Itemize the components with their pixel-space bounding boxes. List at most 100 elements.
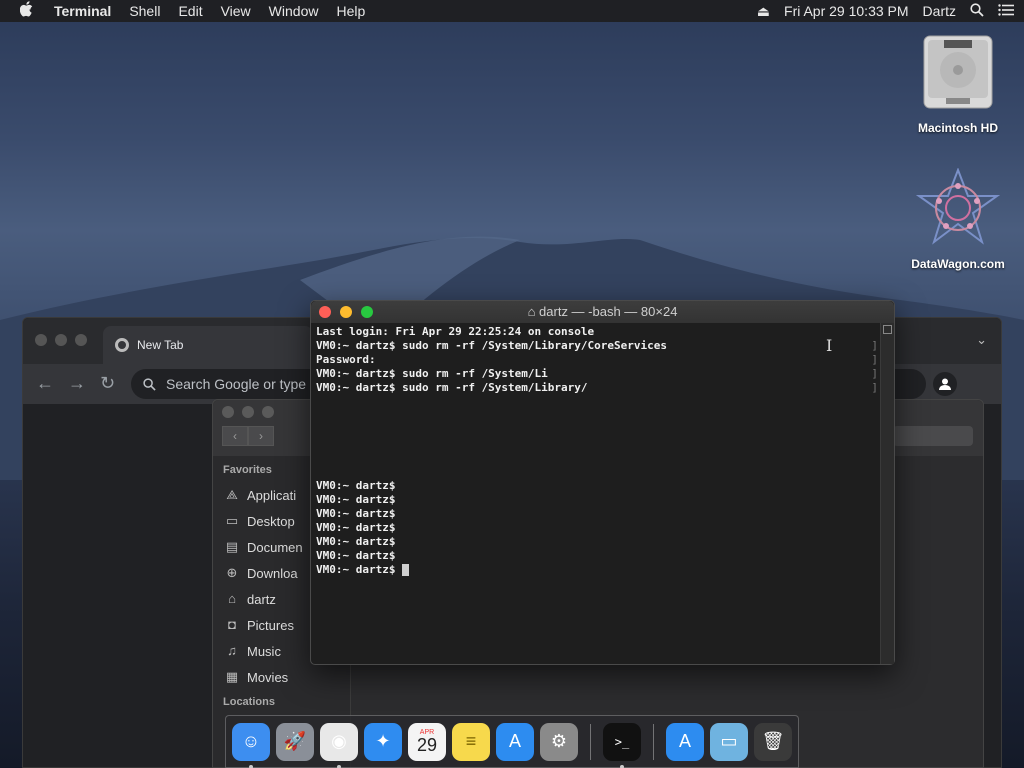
back-arrow-icon[interactable]: ←: [36, 373, 54, 394]
music-icon: ♫: [227, 643, 237, 658]
dock-app-trash[interactable]: 🗑: [754, 722, 792, 761]
omnibox-placeholder: Search Google or type: [166, 376, 307, 392]
calendar-icon: APR 29: [417, 729, 437, 754]
dock-app-calendar[interactable]: APR 29: [408, 722, 446, 761]
menu-terminal[interactable]: Terminal: [54, 3, 111, 19]
hard-drive-icon: [923, 35, 993, 109]
dock-separator: [590, 723, 591, 760]
terminal-title-bar[interactable]: ⌂ dartz — -bash — 80×24: [311, 301, 894, 323]
finder-window-controls: [222, 406, 274, 418]
chrome-window-controls: [35, 334, 87, 346]
terminal-line: VM0:~ dartz$: [316, 549, 396, 562]
terminal-line: VM0:~ dartz$ sudo rm -rf /System/Li: [316, 367, 548, 380]
dock-app-applications-stack[interactable]: A: [666, 722, 704, 761]
desktop-icon-label: DataWagon.com: [911, 257, 1005, 271]
downloads-icon: ⊕: [226, 565, 238, 580]
zoom-button[interactable]: [262, 406, 274, 418]
menu-shell[interactable]: Shell: [129, 3, 160, 19]
menu-bar: Terminal Shell Edit View Window Help ⏏ F…: [0, 0, 1024, 22]
menu-view[interactable]: View: [221, 3, 251, 19]
sidebar-item-label: Pictures: [247, 617, 294, 633]
zoom-button[interactable]: [361, 306, 373, 318]
minimize-button[interactable]: [340, 306, 352, 318]
home-icon: ⌂: [228, 591, 236, 606]
rocket-icon: 🚀: [283, 731, 307, 751]
chrome-icon: [115, 338, 129, 352]
terminal-scrollbar[interactable]: [880, 323, 894, 664]
sidebar-item-label: dartz: [247, 591, 276, 607]
menu-window[interactable]: Window: [269, 3, 319, 19]
notification-center-icon[interactable]: [998, 3, 1014, 19]
app-store-icon: A: [508, 731, 521, 751]
terminal-output[interactable]: Last login: Fri Apr 29 22:25:24 on conso…: [311, 323, 880, 664]
dock-app-app-store[interactable]: A: [496, 722, 534, 761]
forward-button[interactable]: ›: [248, 426, 274, 446]
sidebar-item-label: Desktop: [247, 513, 295, 529]
terminal-window-controls: [319, 306, 373, 318]
menu-edit[interactable]: Edit: [178, 3, 202, 19]
clock[interactable]: Fri Apr 29 10:33 PM: [784, 3, 909, 19]
dock-app-safari[interactable]: ✦: [364, 722, 402, 761]
folder-icon: ▭: [720, 731, 738, 751]
terminal-line: Last login: Fri Apr 29 22:25:24 on conso…: [316, 325, 595, 338]
eject-icon[interactable]: ⏏: [757, 3, 770, 20]
terminal-line: VM0:~ dartz$: [316, 479, 396, 492]
finder-icon: ☺: [241, 731, 261, 751]
terminal-line: Password:: [316, 353, 376, 366]
back-button[interactable]: ‹: [222, 426, 248, 446]
applications-icon: ⟁: [226, 487, 238, 502]
dock-app-system-preferences[interactable]: ⚙: [540, 722, 578, 761]
menu-help[interactable]: Help: [336, 3, 365, 19]
compass-icon: ✦: [375, 731, 391, 751]
terminal-cursor: [402, 564, 410, 576]
profile-avatar-icon[interactable]: [933, 372, 957, 396]
finder-search-field[interactable]: [893, 426, 973, 446]
forward-arrow-icon[interactable]: →: [68, 373, 86, 394]
dock-app-notes[interactable]: ≡: [452, 722, 490, 761]
desktop-icon-macintosh-hd[interactable]: Macintosh HD: [903, 32, 1013, 135]
apple-menu-icon[interactable]: [19, 1, 38, 21]
search-icon: [143, 377, 156, 391]
mandala-icon: [915, 167, 1001, 245]
terminal-icon: >_: [614, 734, 630, 749]
terminal-window: ⌂ dartz — -bash — 80×24 Last login: Fri …: [310, 300, 895, 665]
terminal-line: VM0:~ dartz$: [316, 521, 396, 534]
user-menu[interactable]: Dartz: [923, 3, 956, 19]
terminal-line: VM0:~ dartz$: [316, 563, 875, 577]
terminal-line: VM0:~ dartz$ sudo rm -rf /System/Library…: [316, 381, 588, 394]
calendar-day: 29: [416, 735, 438, 755]
terminal-line: VM0:~ dartz$: [316, 493, 396, 506]
sidebar-item-movies[interactable]: ▦ Movies: [223, 664, 350, 690]
tab-title: New Tab: [137, 338, 184, 352]
dock-app-chrome[interactable]: ◉: [320, 722, 358, 768]
spotlight-search-icon[interactable]: [970, 2, 984, 20]
running-indicator: [249, 764, 253, 768]
sidebar-item-label: Movies: [247, 669, 289, 685]
minimize-button[interactable]: [55, 334, 67, 346]
close-button[interactable]: [35, 334, 47, 346]
documents-icon: ▤: [225, 539, 239, 554]
scroll-split-icon[interactable]: [883, 325, 892, 334]
dock: ☺ 🚀 ◉ ✦ APR 29 ≡ A ⚙ >_ A ▭ 🗑: [225, 715, 799, 768]
close-button[interactable]: [319, 306, 331, 318]
terminal-line: VM0:~ dartz$: [316, 535, 396, 548]
dock-app-launchpad[interactable]: 🚀: [276, 722, 314, 761]
reload-icon[interactable]: ↻: [100, 373, 115, 394]
minimize-button[interactable]: [242, 406, 254, 418]
dock-separator: [653, 723, 654, 760]
dock-app-finder[interactable]: ☺: [232, 722, 270, 768]
dock-app-downloads-folder[interactable]: ▭: [710, 722, 748, 761]
tab-new-tab[interactable]: New Tab: [103, 326, 313, 364]
running-indicator: [620, 764, 624, 768]
terminal-line-marks: ]]]]: [871, 339, 878, 394]
app-store-icon: A: [678, 731, 691, 751]
chevron-down-icon[interactable]: ⌄: [976, 332, 987, 348]
dock-app-terminal[interactable]: >_: [603, 722, 641, 768]
zoom-button[interactable]: [75, 334, 87, 346]
close-button[interactable]: [222, 406, 234, 418]
desktop-icon-datawagon[interactable]: DataWagon.com: [903, 167, 1013, 271]
